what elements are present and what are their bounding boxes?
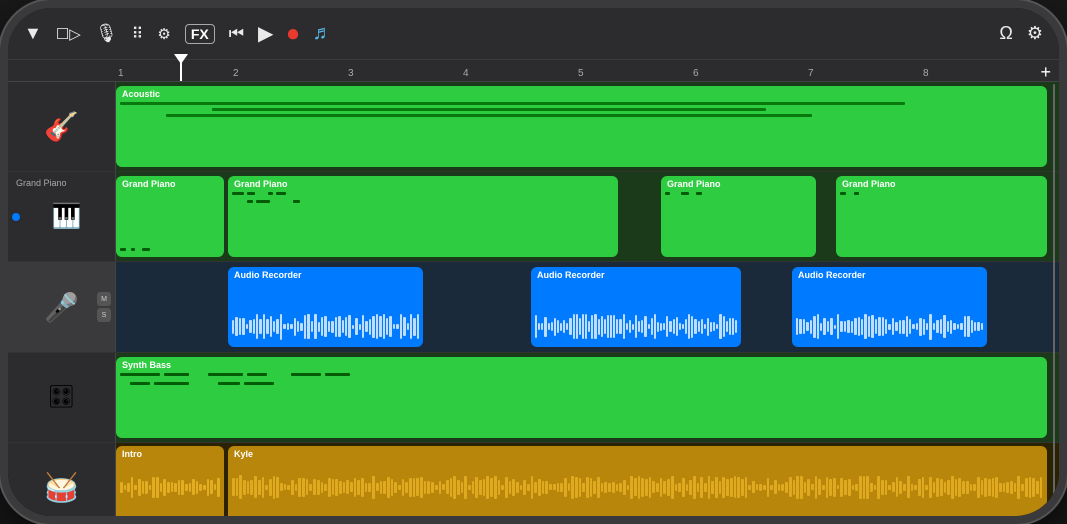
clip-audio-label-2: Audio Recorder [537, 270, 605, 280]
clip-audio-3[interactable]: Audio Recorder [792, 267, 987, 346]
ruler-mark-2: 2 [233, 68, 239, 79]
track-header-drums[interactable]: 🥁 [8, 443, 116, 516]
midi-scatter-2 [665, 192, 812, 253]
track-row-drums: 🥁 Intro Kyle [8, 443, 1059, 516]
mic-icon[interactable]: 🎙 [95, 23, 118, 44]
clip-grand-piano-label-0: Grand Piano [122, 179, 176, 189]
grid-icon[interactable]: ⠿ [132, 24, 144, 44]
ruler-mark-6: 6 [693, 68, 699, 79]
drum-wave-intro [120, 450, 220, 516]
acoustic-guitar-icon: 🎸 [44, 110, 79, 143]
grand-piano-header-label: Grand Piano [16, 178, 67, 188]
audio-track-controls: M S [97, 292, 111, 322]
track-row-audio-recorder: 🎤 M S Audio Recorder Audio Recorder [8, 262, 1059, 352]
track-row-grand-piano: 🎹 Grand Piano Grand Piano [8, 172, 1059, 262]
toolbar: ▼ ☐▷ 🎙 ⠿ ⚙ FX ⏮ ▶ ⏺ ♬ Ω ⚙ [8, 8, 1059, 60]
track-header-grand-piano[interactable]: 🎹 Grand Piano [8, 172, 116, 261]
clip-audio-label-1: Audio Recorder [234, 270, 302, 280]
waveform-1 [232, 313, 419, 341]
midi-scatter-0 [120, 248, 220, 251]
track-header-audio-recorder[interactable]: 🎤 M S [8, 262, 116, 351]
play-button[interactable]: ▶ [258, 21, 273, 46]
record-button[interactable]: ⏺ [287, 21, 298, 47]
playhead-triangle [174, 54, 188, 64]
midi-scatter-1 [232, 192, 614, 253]
drum-wave-kyle [232, 450, 1043, 516]
track-content-acoustic[interactable]: Acoustic [116, 82, 1059, 171]
mute-button[interactable]: M [97, 292, 111, 306]
clip-synth-bass[interactable]: Synth Bass [116, 357, 1047, 438]
grand-piano-icon: 🎹 [52, 202, 82, 231]
phone-frame: ▼ ☐▷ 🎙 ⠿ ⚙ FX ⏮ ▶ ⏺ ♬ Ω ⚙ 1 2 3 [0, 0, 1067, 524]
track-content-grand-piano[interactable]: Grand Piano Grand Piano [116, 172, 1059, 261]
scrollbar-track [1053, 84, 1055, 514]
clip-kyle[interactable]: Kyle [228, 446, 1047, 516]
track-header-acoustic[interactable]: 🎸 [8, 82, 116, 171]
clip-grand-piano-2[interactable]: Grand Piano [661, 176, 816, 257]
waveform-2 [535, 313, 737, 341]
track-toggle-icon[interactable]: ▼ [24, 23, 42, 44]
score-icon[interactable]: ♬ [312, 22, 332, 45]
clip-grand-piano-label-1: Grand Piano [234, 179, 288, 189]
mixer-icon[interactable]: ⚙ [157, 25, 170, 43]
track-content-drums[interactable]: Intro Kyle [116, 443, 1059, 516]
rewind-button[interactable]: ⏮ [229, 24, 244, 44]
ruler-mark-8: 8 [923, 68, 929, 79]
track-row-acoustic: 🎸 Acoustic [8, 82, 1059, 172]
clip-audio-2[interactable]: Audio Recorder [531, 267, 741, 346]
synth-midi-lines [120, 373, 1043, 434]
clip-acoustic[interactable]: Acoustic [116, 86, 1047, 167]
clip-grand-piano-1[interactable]: Grand Piano [228, 176, 618, 257]
headphone-icon[interactable]: Ω [999, 23, 1012, 44]
track-content-audio-recorder[interactable]: Audio Recorder Audio Recorder Audio Reco… [116, 262, 1059, 351]
midi-lines-acoustic [120, 102, 1043, 163]
fx-button[interactable]: FX [185, 24, 215, 44]
solo-button[interactable]: S [97, 308, 111, 322]
clip-audio-1[interactable]: Audio Recorder [228, 267, 423, 346]
ruler: 1 2 3 4 5 6 7 8 + [8, 60, 1059, 82]
clip-intro[interactable]: Intro [116, 446, 224, 516]
drums-icon: 🥁 [44, 471, 79, 504]
clip-acoustic-label: Acoustic [122, 89, 160, 99]
scrollbar-indicator [1051, 82, 1057, 516]
track-content-synth-bass[interactable]: Synth Bass [116, 353, 1059, 442]
phone-screen: ▼ ☐▷ 🎙 ⠿ ⚙ FX ⏮ ▶ ⏺ ♬ Ω ⚙ 1 2 3 [8, 8, 1059, 516]
ruler-mark-5: 5 [578, 68, 584, 79]
clip-grand-piano-label-3: Grand Piano [842, 179, 896, 189]
ruler-mark-1: 1 [118, 68, 124, 79]
track-header-synth-bass[interactable]: 🎛 [8, 353, 116, 442]
playhead[interactable] [180, 60, 182, 81]
clip-grand-piano-label-2: Grand Piano [667, 179, 721, 189]
synth-bass-icon: 🎛 [48, 384, 76, 410]
track-view-icon[interactable]: ☐▷ [56, 25, 81, 43]
track-row-synth-bass: 🎛 Synth Bass [8, 353, 1059, 443]
toolbar-left: ▼ ☐▷ 🎙 ⠿ ⚙ FX ⏮ ▶ ⏺ ♬ [24, 21, 987, 47]
clip-synth-bass-label: Synth Bass [122, 360, 171, 370]
settings-icon[interactable]: ⚙ [1027, 23, 1043, 44]
clip-grand-piano-0[interactable]: Grand Piano [116, 176, 224, 257]
ruler-mark-4: 4 [463, 68, 469, 79]
clip-grand-piano-3[interactable]: Grand Piano [836, 176, 1047, 257]
toolbar-right: Ω ⚙ [999, 23, 1043, 44]
waveform-3 [796, 313, 983, 341]
clip-audio-label-3: Audio Recorder [798, 270, 866, 280]
tracks-area: 🎸 Acoustic [8, 82, 1059, 516]
ruler-mark-7: 7 [808, 68, 814, 79]
ruler-mark-3: 3 [348, 68, 354, 79]
midi-scatter-3 [840, 192, 1043, 253]
ruler-inner: 1 2 3 4 5 6 7 8 + [118, 60, 1059, 81]
add-track-button[interactable]: + [1040, 62, 1051, 83]
mic-track-icon: 🎤 [44, 291, 79, 324]
piano-indicator [12, 213, 20, 221]
